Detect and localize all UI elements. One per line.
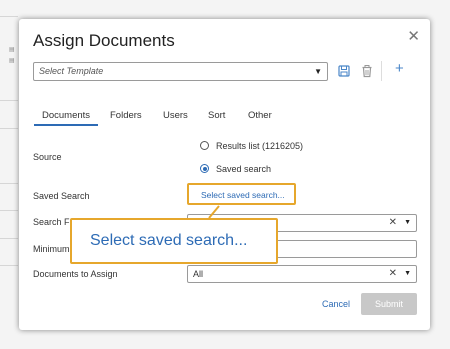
tab-bar: Documents Folders Users Sort Other — [33, 110, 423, 126]
save-icon[interactable] — [337, 64, 351, 78]
add-icon[interactable]: + — [395, 61, 404, 76]
clear-icon[interactable]: ✕ — [389, 268, 397, 279]
select-saved-search-link[interactable]: Select saved search... — [201, 190, 285, 200]
chevron-down-icon[interactable]: ▼ — [404, 219, 411, 226]
background-line — [0, 16, 18, 17]
template-placeholder: Select Template — [39, 66, 104, 76]
background-line — [0, 183, 18, 184]
tab-users[interactable]: Users — [163, 110, 188, 121]
background-line — [0, 238, 18, 239]
background-line — [0, 128, 18, 129]
zoom-callout: Select saved search... — [70, 218, 278, 264]
tab-folders[interactable]: Folders — [110, 110, 142, 121]
radio-results-list[interactable] — [200, 141, 209, 150]
assign-documents-dialog: Assign Documents ✕ Select Template ▼ + D… — [19, 19, 430, 330]
chevron-down-icon[interactable]: ▼ — [404, 270, 411, 277]
trash-icon[interactable] — [360, 64, 374, 78]
dialog-title: Assign Documents — [33, 31, 175, 50]
background-line — [0, 265, 18, 266]
minimum-label: Minimum — [33, 244, 70, 254]
documents-to-assign-label: Documents to Assign — [33, 269, 118, 279]
documents-to-assign-value: All — [193, 269, 204, 279]
tab-documents[interactable]: Documents — [33, 110, 99, 126]
clear-icon[interactable]: ✕ — [389, 217, 397, 228]
results-list-label: Results list (1216205) — [216, 141, 304, 151]
template-select[interactable]: Select Template ▼ — [33, 62, 328, 81]
documents-to-assign-select[interactable]: All ✕ ▼ — [187, 265, 417, 283]
source-label: Source — [33, 152, 62, 162]
submit-button[interactable]: Submit — [361, 293, 417, 315]
tab-other[interactable]: Other — [248, 110, 272, 121]
radio-saved-search[interactable] — [200, 164, 209, 173]
cancel-button[interactable]: Cancel — [322, 299, 350, 309]
background-line — [0, 100, 18, 101]
callout-text: Select saved search... — [90, 232, 248, 249]
close-icon[interactable]: ✕ — [407, 29, 420, 44]
toolbar-divider — [381, 61, 382, 81]
tab-sort[interactable]: Sort — [208, 110, 225, 121]
chevron-down-icon: ▼ — [314, 67, 322, 76]
background-icon: ▤ — [9, 47, 15, 53]
saved-search-label: Saved Search — [33, 191, 90, 201]
background-line — [0, 210, 18, 211]
background-icon: ▤ — [9, 58, 15, 64]
search-from-label: Search Fr — [33, 217, 73, 227]
saved-search-highlight: Select saved search... — [187, 183, 296, 205]
saved-search-option-label: Saved search — [216, 164, 272, 174]
